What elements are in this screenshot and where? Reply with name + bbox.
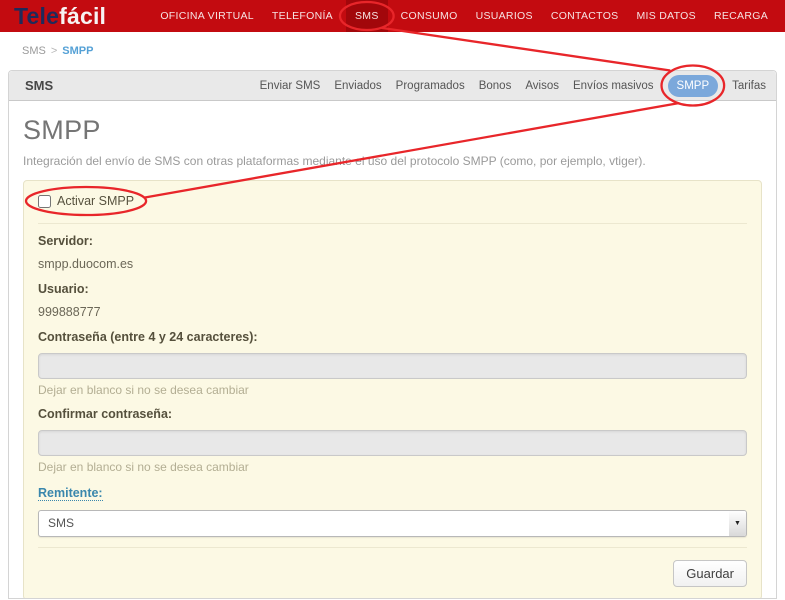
divider bbox=[38, 223, 747, 224]
tab-bonos[interactable]: Bonos bbox=[479, 80, 512, 92]
tab-envios-masivos[interactable]: Envíos masivos bbox=[573, 80, 654, 92]
sender-selected-value: SMS bbox=[39, 516, 74, 530]
tab-tarifas[interactable]: Tarifas bbox=[732, 80, 766, 92]
server-label: Servidor: bbox=[38, 234, 747, 249]
user-field-group: Usuario: 999888777 bbox=[38, 282, 747, 320]
nav-item-sms[interactable]: SMS bbox=[346, 0, 388, 32]
nav-item-recarga[interactable]: RECARGA bbox=[709, 0, 773, 32]
telefacil-logo[interactable]: Telefácil bbox=[0, 0, 106, 32]
page-description: Integración del envío de SMS con otras p… bbox=[23, 154, 762, 168]
nav-item-consumo[interactable]: CONSUMO bbox=[396, 0, 463, 32]
confirm-password-help-text: Dejar en blanco si no se desea cambiar bbox=[38, 460, 747, 474]
nav-item-telefonia[interactable]: TELEFONÍA bbox=[267, 0, 338, 32]
password-field-group: Contraseña (entre 4 y 24 caracteres): De… bbox=[38, 330, 747, 397]
password-help-text: Dejar en blanco si no se desea cambiar bbox=[38, 383, 747, 397]
password-label: Contraseña (entre 4 y 24 caracteres): bbox=[38, 330, 747, 345]
sender-field-group: Remitente: SMS ▼ bbox=[38, 484, 747, 537]
logo-part-tele: Tele bbox=[14, 3, 59, 29]
sms-tab-bar: SMS Enviar SMS Enviados Programados Bono… bbox=[9, 71, 776, 101]
tab-avisos[interactable]: Avisos bbox=[525, 80, 559, 92]
smpp-page: SMPP Integración del envío de SMS con ot… bbox=[9, 115, 776, 599]
password-input[interactable] bbox=[38, 353, 747, 379]
tab-enviados[interactable]: Enviados bbox=[334, 80, 381, 92]
user-label: Usuario: bbox=[38, 282, 747, 297]
activar-smpp-label: Activar SMPP bbox=[57, 194, 134, 208]
server-field-group: Servidor: smpp.duocom.es bbox=[38, 234, 747, 272]
content-container: SMS Enviar SMS Enviados Programados Bono… bbox=[8, 70, 777, 599]
server-value: smpp.duocom.es bbox=[38, 257, 747, 272]
top-bar: Telefácil OFICINA VIRTUAL TELEFONÍA SMS … bbox=[0, 0, 785, 32]
user-value: 999888777 bbox=[38, 305, 747, 320]
nav-item-contactos[interactable]: CONTACTOS bbox=[546, 0, 624, 32]
form-actions: Guardar bbox=[38, 558, 747, 587]
activar-smpp-checkbox[interactable] bbox=[38, 195, 51, 208]
activate-smpp-row: Activar SMPP bbox=[38, 193, 134, 209]
main-nav: OFICINA VIRTUAL TELEFONÍA SMS CONSUMO US… bbox=[151, 0, 785, 32]
select-dropdown-arrow-icon: ▼ bbox=[729, 511, 746, 536]
confirm-password-input[interactable] bbox=[38, 430, 747, 456]
breadcrumb-separator: > bbox=[51, 45, 57, 57]
breadcrumb-current-smpp: SMPP bbox=[62, 45, 93, 57]
sender-label[interactable]: Remitente: bbox=[38, 486, 103, 501]
tab-enviar-sms[interactable]: Enviar SMS bbox=[260, 80, 321, 92]
breadcrumb: SMS > SMPP bbox=[0, 32, 785, 70]
tab-programados[interactable]: Programados bbox=[396, 80, 465, 92]
breadcrumb-sms-link[interactable]: SMS bbox=[22, 45, 46, 57]
divider bbox=[38, 547, 747, 548]
sender-select[interactable]: SMS ▼ bbox=[38, 510, 747, 537]
nav-item-oficina-virtual[interactable]: OFICINA VIRTUAL bbox=[155, 0, 259, 32]
tab-smpp[interactable]: SMPP bbox=[668, 75, 719, 97]
smpp-form-panel: Activar SMPP Servidor: smpp.duocom.es Us… bbox=[23, 180, 762, 599]
nav-item-usuarios[interactable]: USUARIOS bbox=[471, 0, 538, 32]
section-title: SMS bbox=[9, 78, 53, 93]
page-title: SMPP bbox=[23, 115, 762, 146]
confirm-password-field-group: Confirmar contraseña: Dejar en blanco si… bbox=[38, 407, 747, 474]
tab-list: Enviar SMS Enviados Programados Bonos Av… bbox=[246, 75, 776, 97]
confirm-password-label: Confirmar contraseña: bbox=[38, 407, 747, 422]
save-button[interactable]: Guardar bbox=[673, 560, 747, 587]
logo-part-facil: fácil bbox=[59, 3, 106, 29]
nav-item-mis-datos[interactable]: MIS DATOS bbox=[631, 0, 701, 32]
